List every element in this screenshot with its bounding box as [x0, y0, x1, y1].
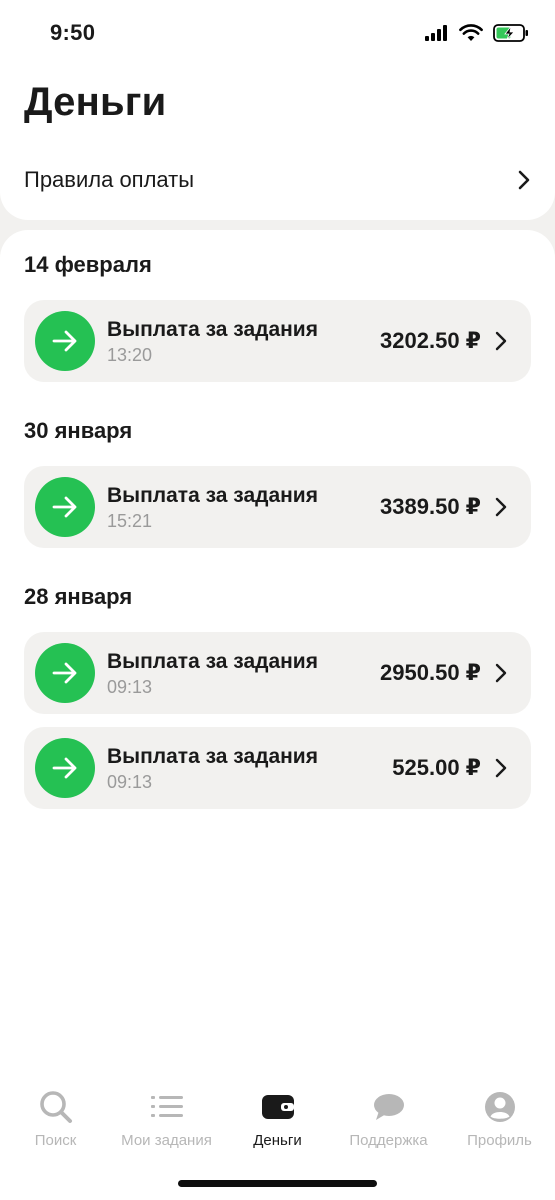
- home-indicator: [178, 1180, 377, 1187]
- chevron-right-icon: [495, 663, 507, 683]
- incoming-arrow-icon: [35, 643, 95, 703]
- cellular-signal-icon: [425, 25, 447, 41]
- header-card: Деньги Правила оплаты: [0, 66, 555, 220]
- payment-amount: 525.00 ₽: [392, 755, 481, 780]
- payment-texts: Выплата за задания 09:13: [107, 649, 380, 698]
- payment-texts: Выплата за задания 13:20: [107, 317, 380, 366]
- date-header: 30 января: [24, 418, 133, 443]
- page-title: Деньги: [24, 80, 167, 124]
- payment-time: 13:20: [107, 344, 153, 365]
- tab-label: Поддержка: [349, 1132, 428, 1149]
- payment-row[interactable]: Выплата за задания 13:20 3202.50 ₽: [24, 300, 531, 382]
- chevron-right-icon: [495, 758, 507, 778]
- payment-amount: 2950.50 ₽: [380, 660, 481, 685]
- search-icon: [39, 1090, 73, 1124]
- tab-label: Деньги: [253, 1132, 302, 1149]
- tab-label: Профиль: [467, 1132, 532, 1149]
- payment-texts: Выплата за задания 15:21: [107, 483, 380, 532]
- tab-profile[interactable]: Профиль: [444, 1080, 555, 1160]
- incoming-arrow-icon: [35, 311, 95, 371]
- tab-search[interactable]: Поиск: [0, 1080, 111, 1160]
- chevron-right-icon: [495, 331, 507, 351]
- payment-row[interactable]: Выплата за задания 09:13 525.00 ₽: [24, 727, 531, 809]
- payment-title: Выплата за задания: [107, 744, 318, 768]
- payment-amount: 3389.50 ₽: [380, 494, 481, 519]
- payment-texts: Выплата за задания 09:13: [107, 744, 392, 793]
- payment-time: 09:13: [107, 676, 153, 697]
- list-icon: [150, 1090, 183, 1124]
- payment-title: Выплата за задания: [107, 649, 318, 673]
- wallet-icon: [261, 1090, 294, 1124]
- wifi-icon: [459, 24, 483, 41]
- payment-amount: 3202.50 ₽: [380, 328, 481, 353]
- payment-time: 09:13: [107, 771, 153, 792]
- status-time: 9:50: [50, 20, 96, 45]
- payment-rules-label: Правила оплаты: [24, 167, 195, 192]
- payment-title: Выплата за задания: [107, 317, 318, 341]
- battery-charging-icon: [493, 24, 528, 42]
- incoming-arrow-icon: [35, 738, 95, 798]
- payment-title: Выплата за задания: [107, 483, 318, 507]
- payment-row[interactable]: Выплата за задания 15:21 3389.50 ₽: [24, 466, 531, 548]
- tab-label: Поиск: [34, 1132, 77, 1149]
- profile-icon: [484, 1090, 516, 1124]
- payment-time: 15:21: [107, 510, 153, 531]
- payment-row[interactable]: Выплата за задания 09:13 2950.50 ₽: [24, 632, 531, 714]
- tab-money[interactable]: Деньги: [222, 1080, 333, 1160]
- chevron-right-icon: [518, 170, 530, 190]
- chat-icon: [373, 1090, 405, 1124]
- payment-rules-link[interactable]: Правила оплаты: [0, 152, 555, 208]
- date-header: 14 февраля: [24, 252, 152, 277]
- status-icons: [425, 24, 529, 42]
- status-bar: 9:50: [0, 0, 555, 66]
- incoming-arrow-icon: [35, 477, 95, 537]
- date-header: 28 января: [24, 584, 133, 609]
- payments-list: 14 февраля Выплата за задания 13:20 3202…: [0, 230, 555, 1200]
- chevron-right-icon: [495, 497, 507, 517]
- tab-bar: Поиск Мои задания Деньги Поддержка Профи…: [0, 1080, 555, 1160]
- tab-label: Мои задания: [121, 1132, 212, 1149]
- tab-my-tasks[interactable]: Мои задания: [111, 1080, 222, 1160]
- tab-support[interactable]: Поддержка: [333, 1080, 444, 1160]
